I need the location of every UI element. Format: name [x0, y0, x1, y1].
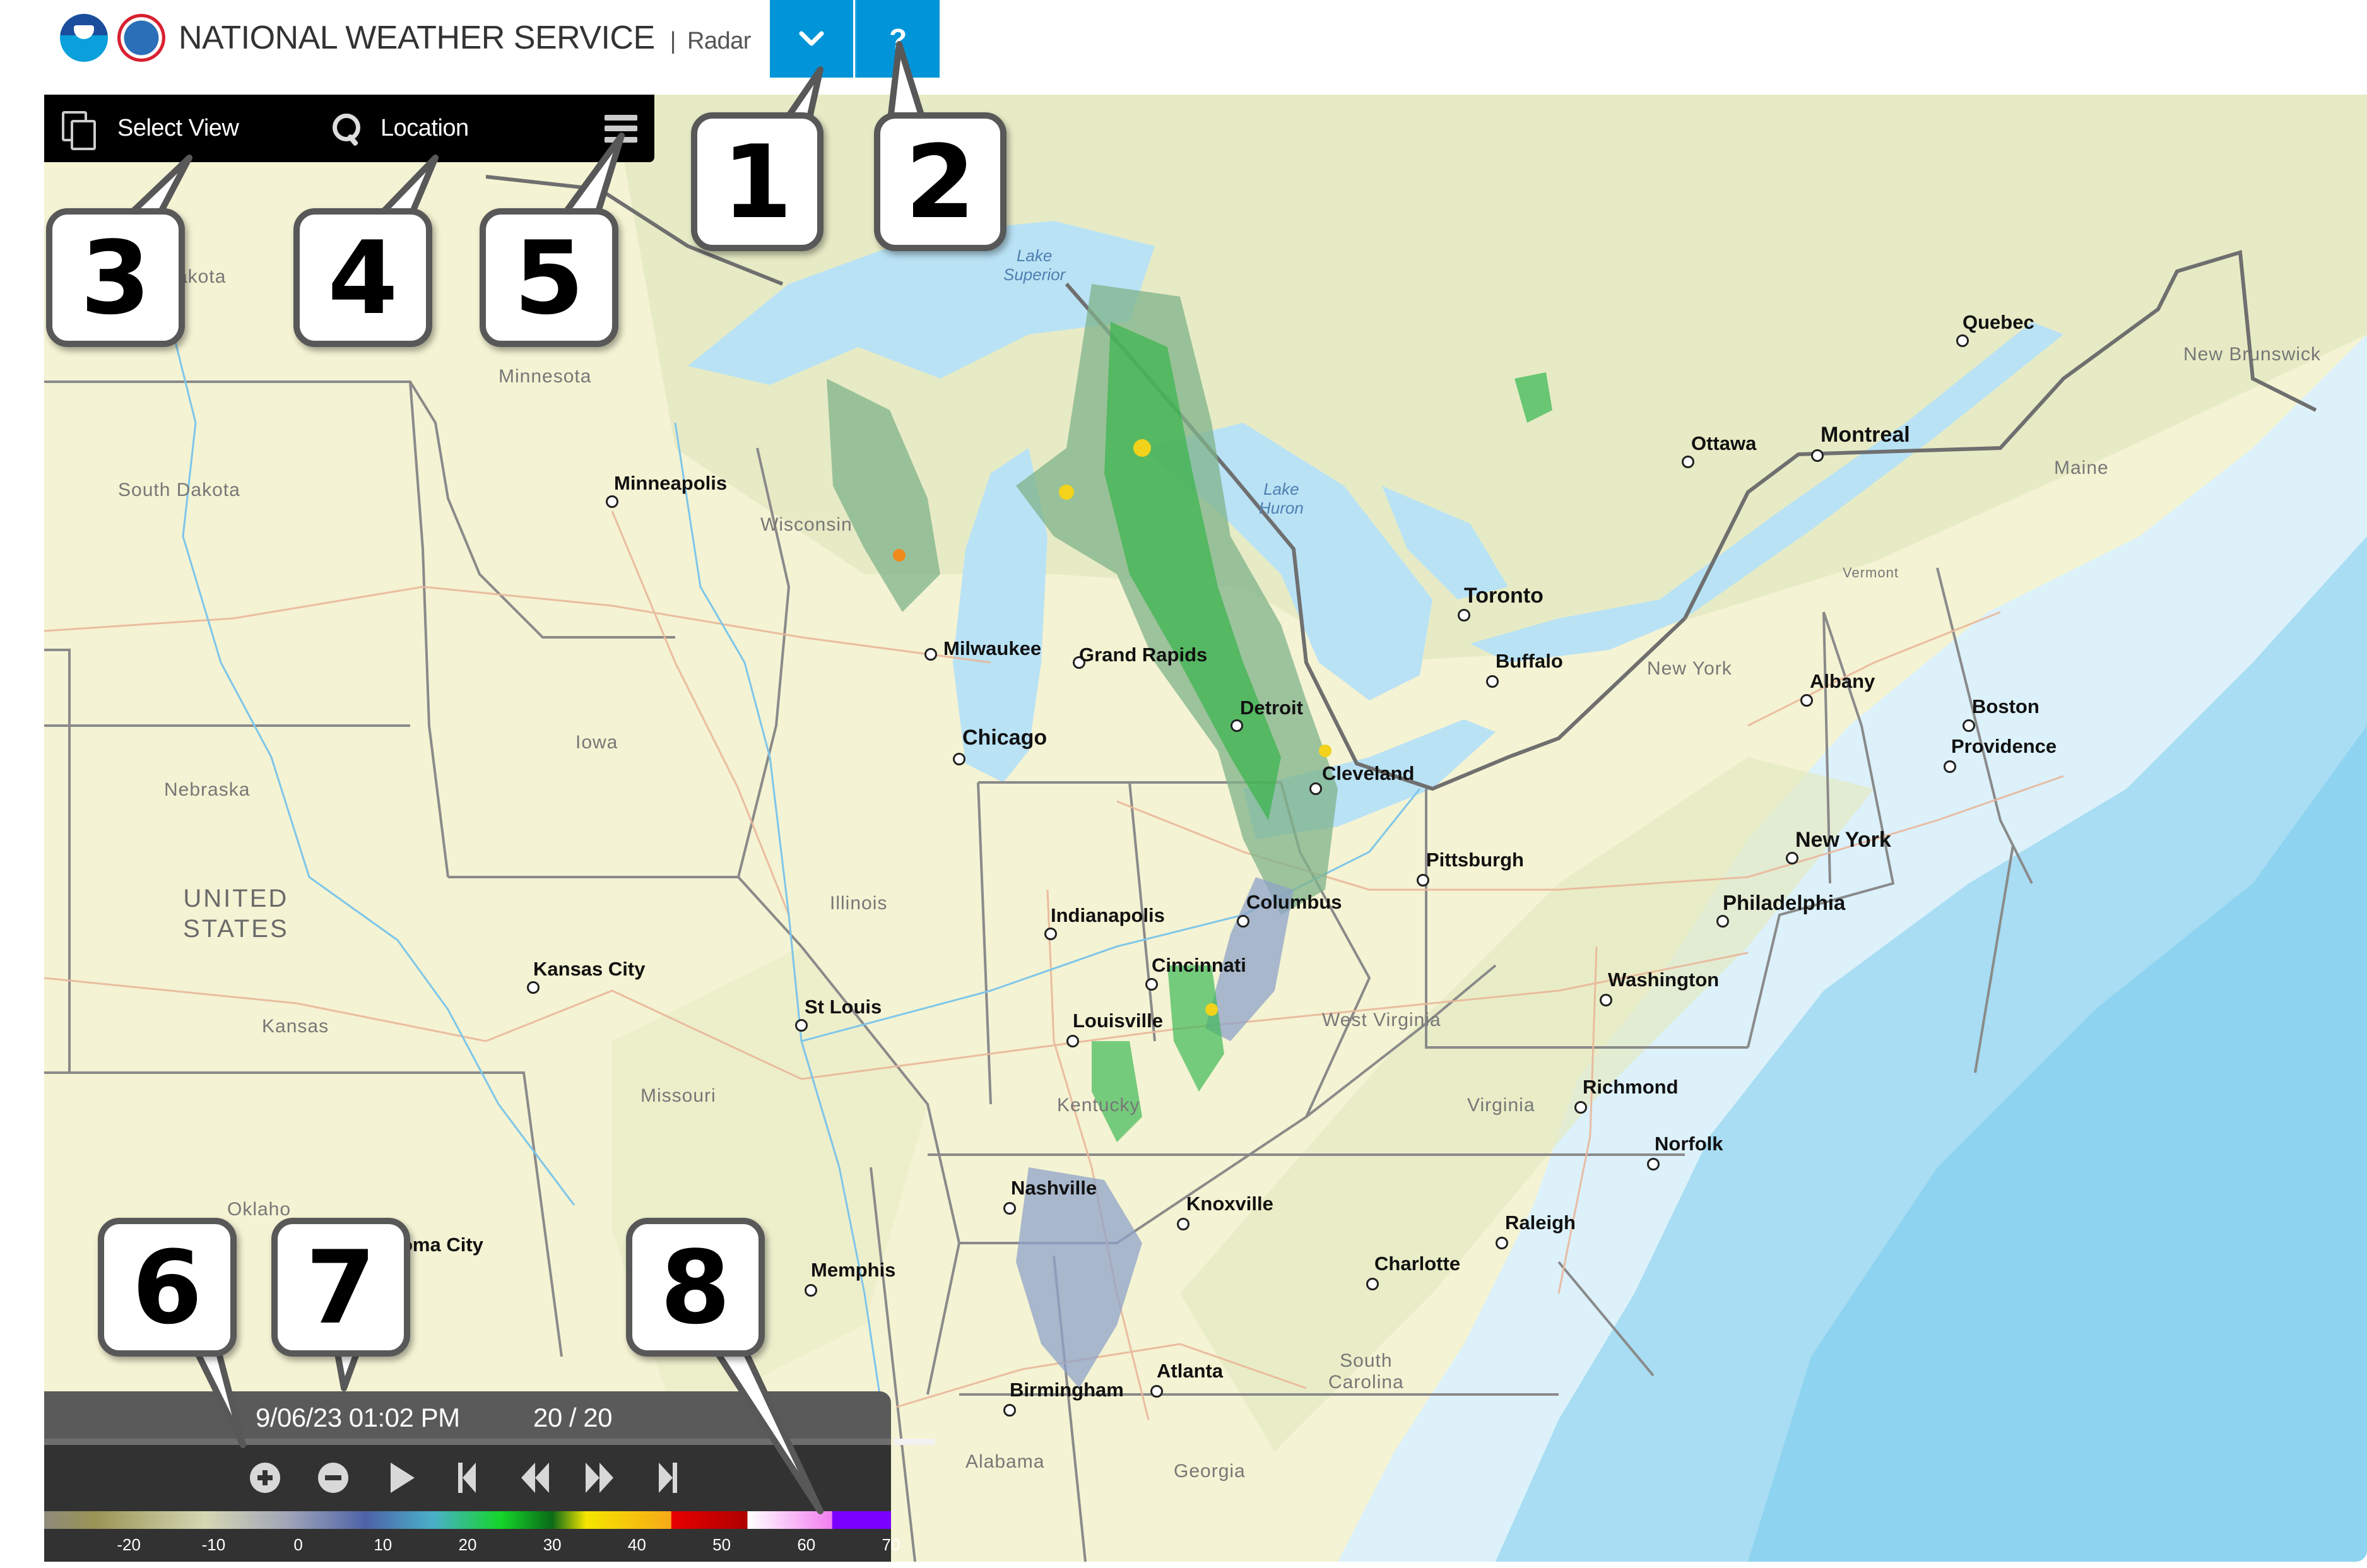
callout-4: 4 [293, 208, 432, 347]
callout-5: 5 [480, 208, 618, 347]
callout-8: 8 [626, 1218, 765, 1357]
callout-1: 1 [691, 112, 823, 251]
callout-7: 7 [271, 1218, 410, 1357]
callout-3: 3 [46, 208, 185, 347]
callout-6: 6 [98, 1218, 237, 1357]
callout-pointer-8 [704, 1333, 823, 1514]
callout-2: 2 [874, 112, 1006, 251]
callout-pointer-5 [558, 133, 625, 221]
